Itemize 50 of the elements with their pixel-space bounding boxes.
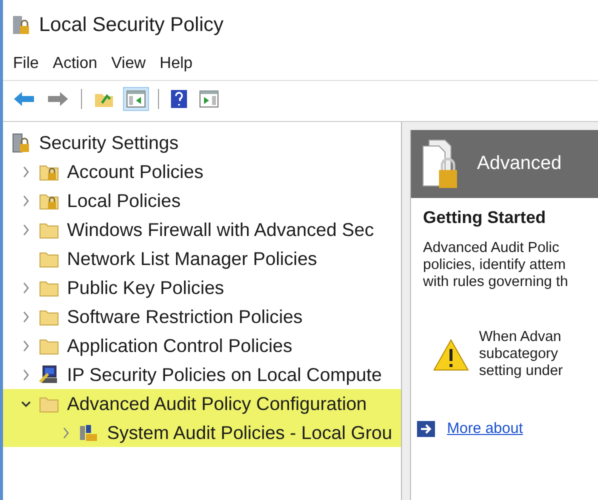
show-action-pane-icon[interactable] (199, 90, 219, 108)
tree-item-label[interactable]: IP Security Policies on Local Compute (67, 364, 382, 386)
more-about-link[interactable]: More about (447, 420, 523, 437)
expand-chevron-icon[interactable] (22, 368, 30, 380)
folder-icon (39, 308, 59, 326)
folder-icon (39, 278, 59, 296)
window-title: Local Security Policy (39, 14, 224, 36)
folder-icon (39, 250, 59, 268)
expand-chevron-icon[interactable] (22, 340, 30, 352)
audit-policy-icon (79, 424, 99, 442)
folder-icon (39, 336, 59, 354)
menu-item[interactable]: File (13, 55, 39, 73)
security-policy-icon (11, 15, 31, 35)
tree-item-label[interactable]: Application Control Policies (67, 334, 292, 356)
description-text: Advanced Audit Polic (423, 240, 560, 257)
forward-arrow-icon[interactable] (47, 91, 69, 107)
expand-chevron-icon[interactable] (22, 282, 30, 294)
folder-icon (39, 220, 59, 238)
warning-text: subcategory (479, 346, 559, 363)
computer-key-icon (39, 364, 59, 384)
show-tree-icon[interactable] (126, 90, 146, 108)
locked-folder-icon (39, 192, 59, 210)
folder-icon (39, 394, 59, 412)
tree-item-label[interactable]: Public Key Policies (67, 276, 224, 298)
back-arrow-icon[interactable] (13, 91, 35, 107)
expand-chevron-icon[interactable] (22, 310, 30, 322)
locked-folder-icon (39, 162, 59, 180)
tree-item-label[interactable]: Network List Manager Policies (67, 248, 318, 270)
expand-chevron-icon[interactable] (22, 166, 30, 178)
collapse-chevron-icon[interactable] (21, 400, 31, 408)
warning-text: setting under (479, 363, 563, 380)
expand-chevron-icon[interactable] (62, 426, 70, 438)
menu-item[interactable]: Action (52, 55, 98, 73)
tree-item-label[interactable]: Windows Firewall with Advanced Sec (67, 218, 374, 240)
section-title: Getting Started (423, 208, 547, 228)
menu-item[interactable]: Help (160, 55, 193, 73)
panel-header: Advanced (477, 153, 562, 175)
warning-text: When Advan (479, 329, 562, 346)
tree-item-label[interactable]: Software Restriction Policies (67, 306, 303, 328)
warning-icon (433, 338, 469, 370)
help-icon[interactable] (171, 90, 187, 108)
description-text: policies, identify attem (423, 257, 567, 274)
menu-item[interactable]: View (111, 55, 146, 73)
expand-chevron-icon[interactable] (22, 224, 30, 236)
tree-item-label[interactable]: Account Policies (67, 160, 204, 182)
expand-chevron-icon[interactable] (22, 194, 30, 206)
server-lock-icon (11, 132, 31, 152)
tree-item-label[interactable]: Security Settings (39, 132, 179, 154)
description-text: with rules governing th (423, 274, 570, 291)
tree-item-label[interactable]: Local Policies (67, 190, 181, 212)
